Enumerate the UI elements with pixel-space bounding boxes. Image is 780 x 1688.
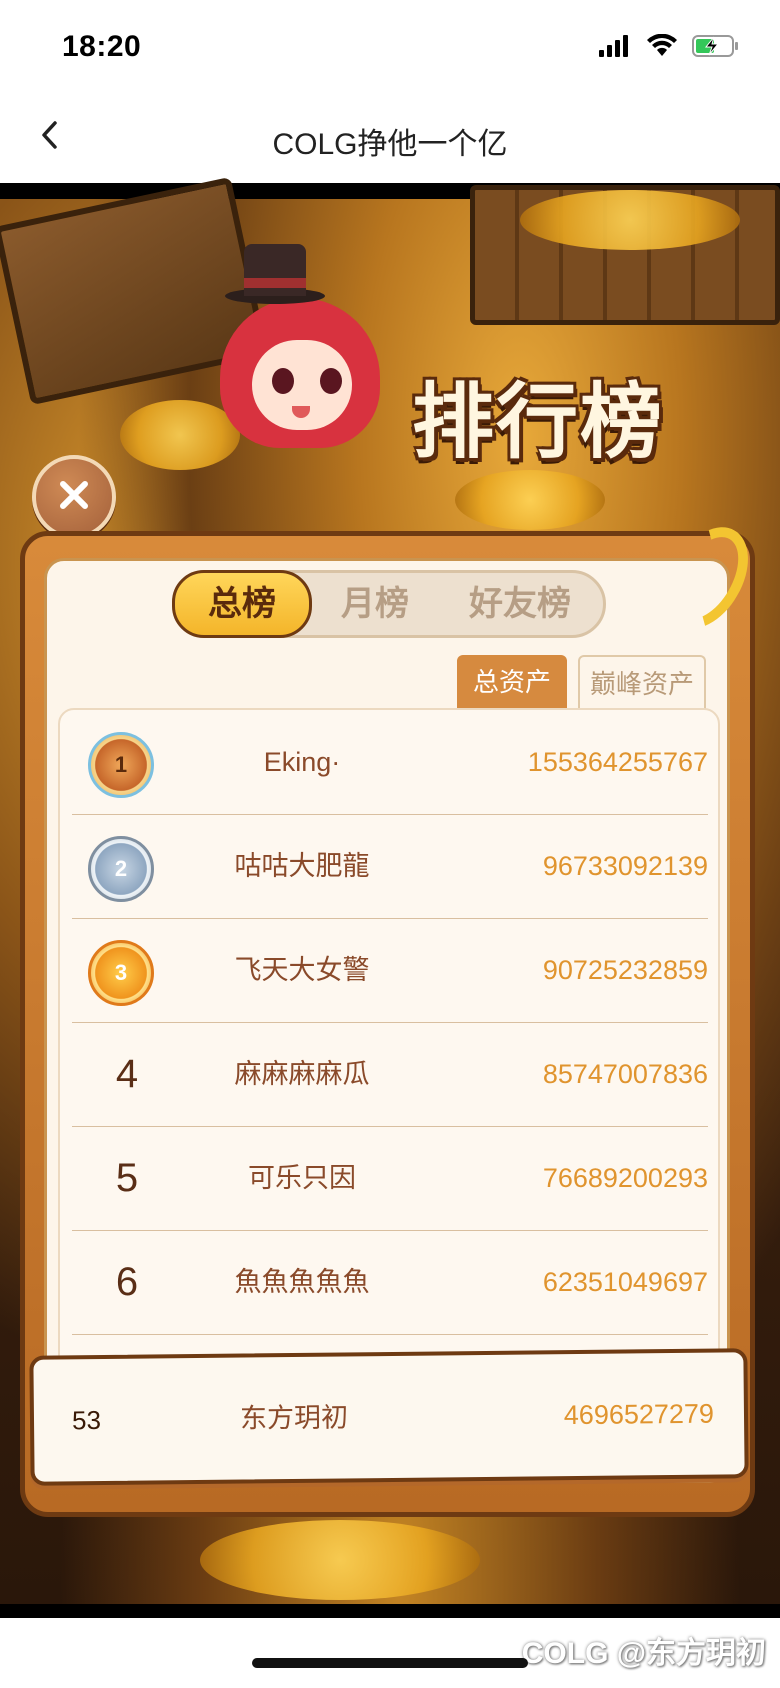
home-indicator[interactable] bbox=[252, 1658, 528, 1668]
table-row: 2 咕咕大肥龍 96733092139 bbox=[72, 814, 708, 919]
page-title: COLG挣他一个亿 bbox=[272, 128, 508, 161]
table-row: 1 Eking· 155364255767 bbox=[72, 710, 708, 815]
gold-coins-image bbox=[520, 190, 740, 250]
gold-coins-image bbox=[455, 470, 605, 530]
table-row: 3 飞天大女警 90725232859 bbox=[72, 918, 708, 1023]
status-time: 18:20 bbox=[62, 30, 142, 63]
player-name: 魚魚魚魚魚 bbox=[234, 1267, 370, 1297]
close-button[interactable] bbox=[32, 455, 116, 539]
player-name: 可乐只因 bbox=[248, 1163, 356, 1193]
gold-medal-icon: 1 bbox=[88, 732, 154, 798]
silver-medal-icon: 2 bbox=[88, 836, 154, 902]
leaderboard-banner-title: 排行榜 bbox=[412, 375, 665, 470]
player-name: 咕咕大肥龍 bbox=[234, 851, 370, 881]
subtab-peak-assets[interactable]: 巅峰资产 bbox=[578, 655, 706, 709]
player-score: 90725232859 bbox=[542, 955, 708, 985]
player-score: 96733092139 bbox=[542, 851, 708, 881]
player-name: Eking· bbox=[263, 747, 341, 777]
nav-bar: COLG挣他一个亿 bbox=[0, 95, 780, 183]
player-score: 62351049697 bbox=[542, 1267, 708, 1297]
table-row: 4 麻麻麻麻瓜 85747007836 bbox=[72, 1022, 708, 1127]
subtab-total-assets[interactable]: 总资产 bbox=[457, 655, 567, 709]
ranking-list[interactable]: 1 Eking· 155364255767 2 咕咕大肥龍 9673309213… bbox=[58, 708, 720, 1380]
status-bar: 18:20 bbox=[0, 0, 780, 95]
mascot-character-image bbox=[220, 240, 400, 470]
table-row: 5 可乐只因 76689200293 bbox=[72, 1126, 708, 1231]
status-icons bbox=[598, 33, 740, 63]
cellular-signal-icon bbox=[598, 34, 632, 63]
close-icon bbox=[56, 477, 92, 518]
rank-number: 6 bbox=[115, 1260, 139, 1304]
tab-total[interactable]: 总榜 bbox=[172, 570, 312, 638]
gold-coins-image bbox=[200, 1520, 480, 1600]
my-player-score: 4696527279 bbox=[563, 1398, 715, 1431]
rank-number: 5 bbox=[115, 1156, 139, 1200]
player-name: 麻麻麻麻瓜 bbox=[234, 1059, 370, 1089]
my-rank-card: 53 东方玥初 4696527279 bbox=[29, 1348, 749, 1486]
player-score: 155364255767 bbox=[527, 747, 708, 777]
tab-monthly[interactable]: 月榜 bbox=[315, 573, 435, 635]
tab-friends[interactable]: 好友榜 bbox=[445, 573, 595, 635]
rank-number: 4 bbox=[115, 1052, 139, 1096]
my-player-name: 东方玥初 bbox=[239, 1402, 349, 1434]
my-rank-number: 53 bbox=[71, 1405, 102, 1436]
battery-charging-icon bbox=[692, 34, 740, 63]
player-name: 飞天大女警 bbox=[234, 955, 370, 985]
table-row: 6 魚魚魚魚魚 62351049697 bbox=[72, 1230, 708, 1335]
player-score: 76689200293 bbox=[542, 1163, 708, 1193]
bronze-medal-icon: 3 bbox=[88, 940, 154, 1006]
leaderboard-tabs: 总榜 月榜 好友榜 bbox=[172, 570, 606, 638]
player-score: 85747007836 bbox=[542, 1059, 708, 1089]
watermark: COLG @东方玥初 bbox=[521, 1637, 766, 1670]
wifi-icon bbox=[646, 33, 678, 63]
